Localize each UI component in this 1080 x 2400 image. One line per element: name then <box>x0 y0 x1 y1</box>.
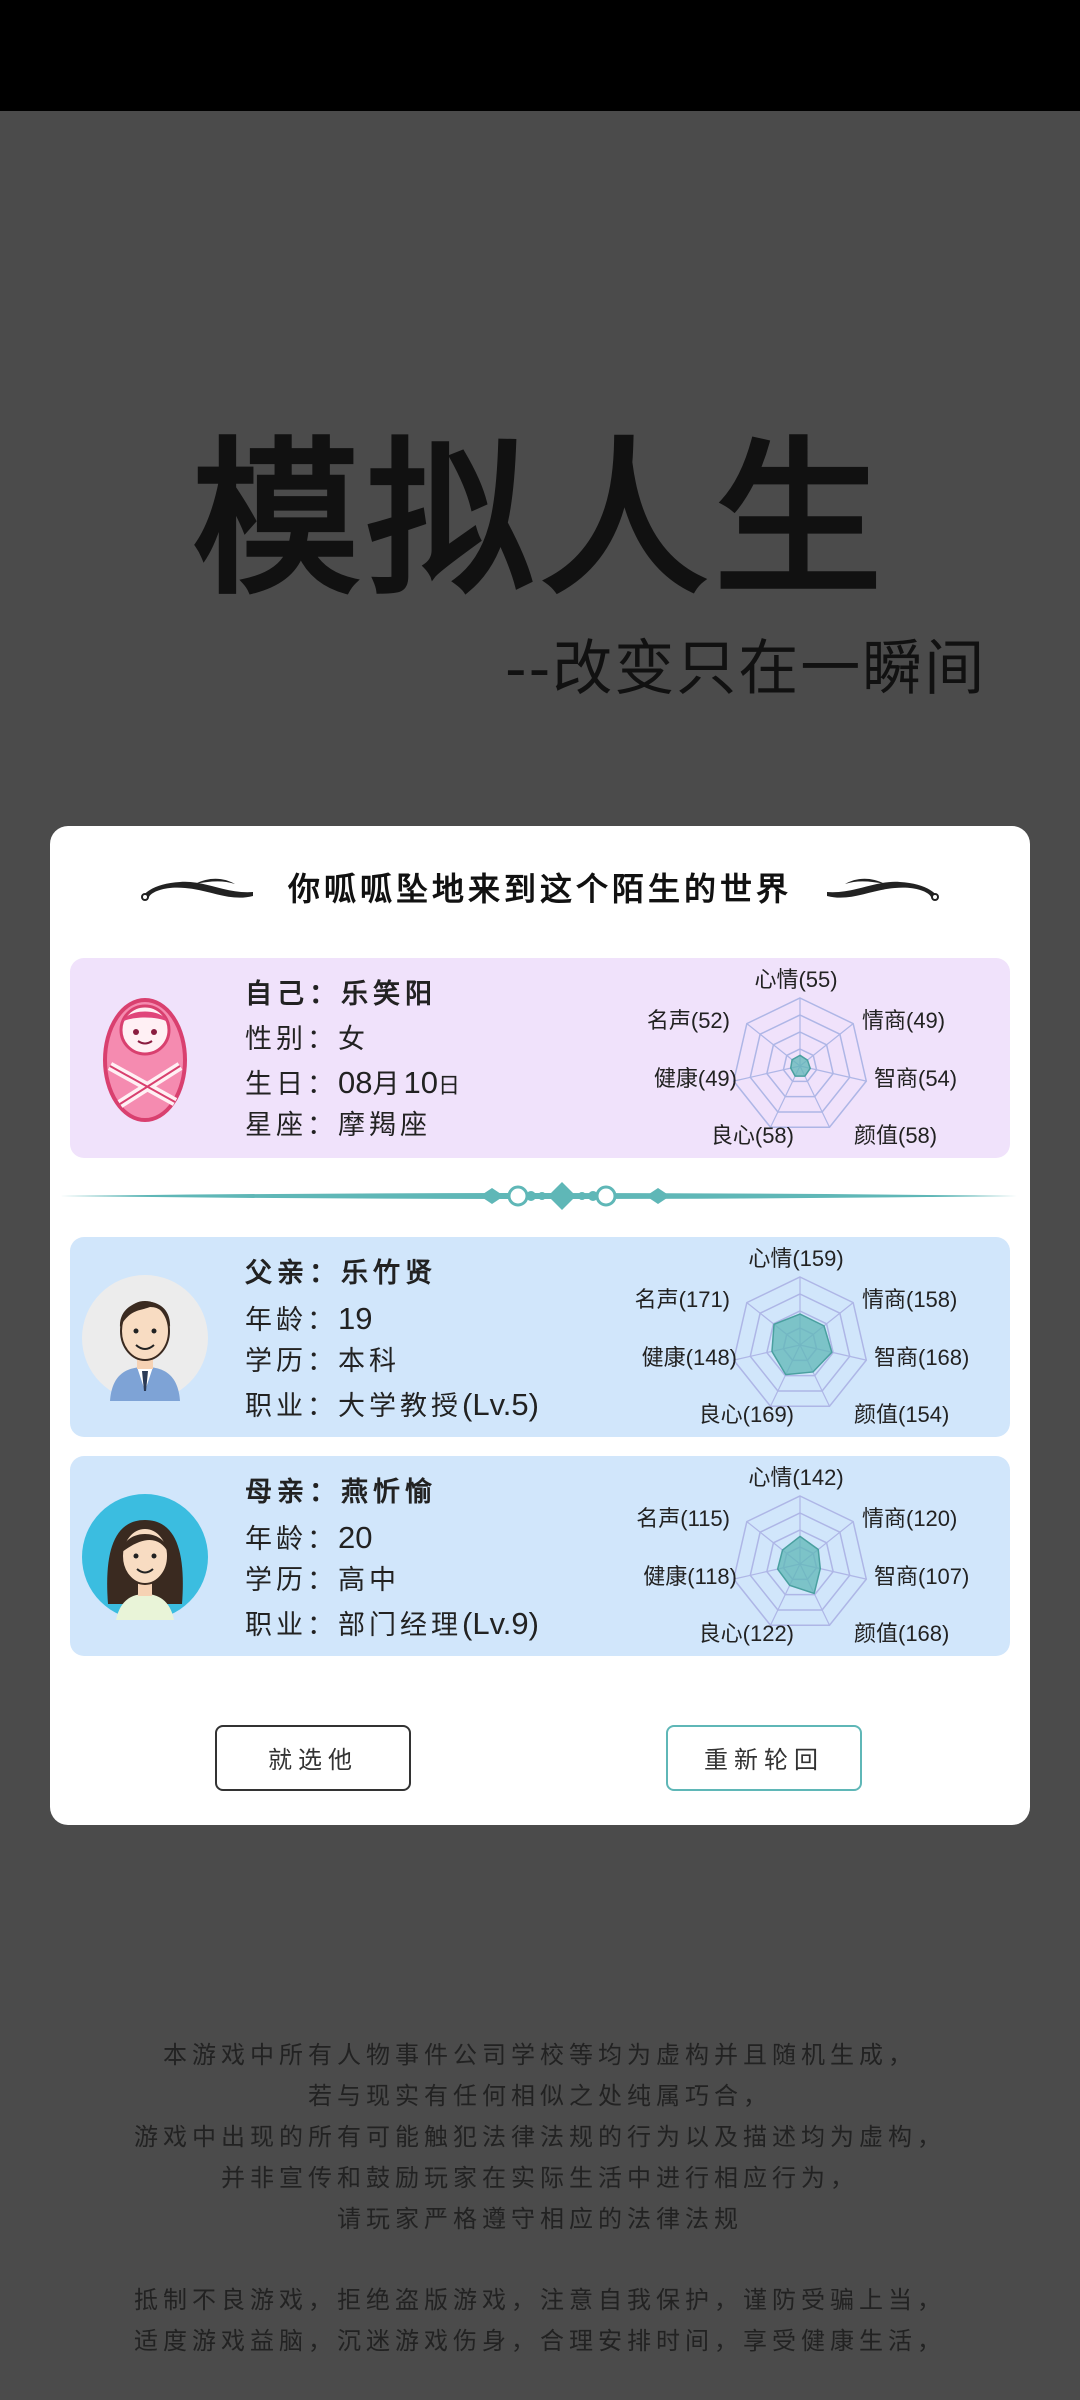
stat-fame: 名声(115) <box>636 1506 730 1531</box>
education-label: 学历： <box>245 1346 338 1377</box>
stat-health: 健康(49) <box>654 1066 737 1091</box>
stat-iq: 智商(107) <box>874 1564 969 1589</box>
reincarnate-button[interactable]: 重新轮回 <box>666 1725 862 1791</box>
education-value: 高中 <box>338 1565 400 1596</box>
zodiac-label: 星座： <box>245 1110 338 1141</box>
mother-age-row: 年龄：20 <box>245 1516 539 1559</box>
mother-card: 母亲：燕忻愉 年龄：20 学历：高中 职业：部门经理(Lv.9) 心情(142)… <box>70 1456 1010 1656</box>
birthday-month-unit: 月 <box>372 1069 404 1100</box>
birthday-day-unit: 日 <box>437 1074 464 1099</box>
self-info: 自己：乐笑阳 性别：女 生日：08月10日 星座：摩羯座 <box>245 972 464 1147</box>
self-zodiac-row: 星座：摩羯座 <box>245 1104 464 1147</box>
stat-eq: 情商(158) <box>862 1287 957 1312</box>
status-bar <box>0 0 1080 111</box>
job-value: 大学教授 <box>338 1391 462 1422</box>
dialog-header: 你呱呱坠地来到这个陌生的世界 <box>50 846 1030 916</box>
father-job-row: 职业：大学教授(Lv.5) <box>245 1383 539 1426</box>
birth-dialog: 你呱呱坠地来到这个陌生的世界 自己：乐笑阳 性别：女 生日：08月10日 星座：… <box>50 826 1030 1825</box>
stat-health: 健康(118) <box>643 1564 737 1589</box>
job-label: 职业： <box>245 1610 338 1641</box>
age-label: 年龄： <box>245 1524 338 1555</box>
birthday-label: 生日： <box>245 1069 338 1100</box>
mother-name: 母亲：燕忻愉 <box>245 1477 437 1508</box>
stat-mood: 心情(159) <box>748 1246 843 1271</box>
health-notice-line: 适度游戏益脑，沉迷游戏伤身，合理安排时间，享受健康生活， <box>134 2327 946 2355</box>
father-card: 父亲：乐竹贤 年龄：19 学历：本科 职业：大学教授(Lv.5) 心情(159)… <box>70 1237 1010 1437</box>
job-level: (Lv.9) <box>462 1606 539 1641</box>
disclaimer: 本游戏中所有人物事件公司学校等均为虚构并且随机生成， 若与现实有任何相似之处纯属… <box>0 2035 1080 2362</box>
stat-mood: 心情(55) <box>754 967 837 992</box>
stat-conscience: 良心(169) <box>699 1402 794 1427</box>
age-value: 20 <box>338 1520 373 1555</box>
father-name: 父亲：乐竹贤 <box>245 1258 437 1289</box>
mother-stats-radar: 心情(142) 情商(120) 智商(107) 颜值(168) 良心(122) … <box>636 1465 969 1646</box>
father-age-row: 年龄：19 <box>245 1297 539 1340</box>
father-avatar-icon <box>82 1275 208 1401</box>
disclaimer-line: 并非宣传和鼓励玩家在实际生活中进行相应行为， <box>221 2164 859 2192</box>
stat-mood: 心情(142) <box>748 1465 843 1490</box>
gender-value: 女 <box>338 1024 369 1055</box>
self-gender-row: 性别：女 <box>245 1018 464 1061</box>
stat-looks: 颜值(168) <box>854 1621 949 1646</box>
father-stats-radar: 心情(159) 情商(158) 智商(168) 颜值(154) 良心(169) … <box>635 1246 970 1427</box>
stat-iq: 智商(168) <box>874 1345 969 1370</box>
disclaimer-line: 游戏中出现的所有可能触犯法律法规的行为以及描述均为虚构， <box>134 2123 946 2151</box>
education-value: 本科 <box>338 1346 400 1377</box>
age-label: 年龄： <box>245 1305 338 1336</box>
stat-eq: 情商(49) <box>862 1008 945 1033</box>
job-label: 职业： <box>245 1391 338 1422</box>
dialog-header-text: 你呱呱坠地来到这个陌生的世界 <box>287 870 792 908</box>
stat-looks: 颜值(58) <box>854 1123 937 1148</box>
birthday-day-value: 10 <box>403 1065 438 1100</box>
pick-him-button[interactable]: 就选他 <box>215 1725 411 1791</box>
self-stats-radar: 心情(55) 情商(49) 智商(54) 颜值(58) 良心(58) 健康(49… <box>647 967 957 1148</box>
stat-eq: 情商(120) <box>862 1506 957 1531</box>
father-education-row: 学历：本科 <box>245 1340 539 1383</box>
job-value: 部门经理 <box>338 1610 462 1641</box>
app-subtitle: --改变只在一瞬间 <box>505 634 987 704</box>
zodiac-value: 摩羯座 <box>338 1110 431 1141</box>
disclaimer-line: 请玩家严格遵守相应的法律法规 <box>337 2205 743 2233</box>
stat-fame: 名声(52) <box>647 1008 730 1033</box>
disclaimer-line: 若与现实有任何相似之处纯属巧合， <box>308 2082 772 2110</box>
radar-value-polygon <box>789 1054 812 1077</box>
stat-fame: 名声(171) <box>635 1287 730 1312</box>
mother-job-row: 职业：部门经理(Lv.9) <box>245 1602 539 1645</box>
birthday-month-value: 08 <box>338 1065 373 1100</box>
job-level: (Lv.5) <box>462 1387 539 1422</box>
gender-label: 性别： <box>245 1024 338 1055</box>
decorative-divider <box>60 1182 1020 1210</box>
self-name: 自己：乐笑阳 <box>245 979 437 1010</box>
app-title: 模拟人生 <box>192 422 888 618</box>
self-card: 自己：乐笑阳 性别：女 生日：08月10日 星座：摩羯座 心情(55) 情商(4… <box>70 958 1010 1158</box>
stat-iq: 智商(54) <box>874 1066 957 1091</box>
father-info: 父亲：乐竹贤 年龄：19 学历：本科 职业：大学教授(Lv.5) <box>245 1251 539 1426</box>
disclaimer-line: 本游戏中所有人物事件公司学校等均为虚构并且随机生成， <box>163 2041 917 2069</box>
health-notice-line: 抵制不良游戏，拒绝盗版游戏，注意自我保护，谨防受骗上当， <box>134 2286 946 2314</box>
age-value: 19 <box>338 1301 373 1336</box>
mother-education-row: 学历：高中 <box>245 1559 539 1602</box>
stat-health: 健康(148) <box>642 1345 737 1370</box>
stat-conscience: 良心(58) <box>711 1123 794 1148</box>
education-label: 学历： <box>245 1565 338 1596</box>
self-birthday-row: 生日：08月10日 <box>245 1061 464 1104</box>
baby-avatar-icon <box>103 998 187 1122</box>
radar-value-polygon <box>776 1535 822 1595</box>
stat-looks: 颜值(154) <box>854 1402 949 1427</box>
stat-conscience: 良心(122) <box>699 1621 794 1646</box>
mother-avatar-icon <box>82 1494 208 1620</box>
mother-info: 母亲：燕忻愉 年龄：20 学历：高中 职业：部门经理(Lv.9) <box>245 1470 539 1645</box>
